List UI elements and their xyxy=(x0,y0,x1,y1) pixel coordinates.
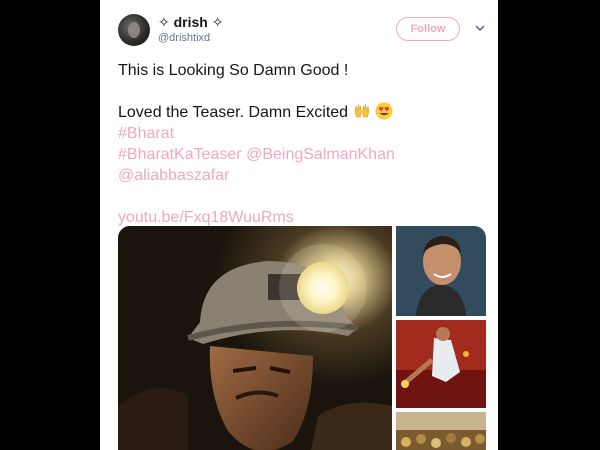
tweet-header: ✧ drish ✧ @drishtixd Follow xyxy=(100,0,498,56)
chevron-down-icon[interactable] xyxy=(474,22,486,34)
tweet-line-6: youtu.be/Fxq18WuuRms xyxy=(118,207,488,228)
tweet-card: ✧ drish ✧ @drishtixd Follow This is Look… xyxy=(100,0,498,450)
tweet-line-2: Loved the Teaser. Damn Excited xyxy=(118,102,488,123)
follow-button[interactable]: Follow xyxy=(396,17,460,41)
user-handle[interactable]: @drishtixd xyxy=(158,32,210,44)
avatar-face xyxy=(128,22,140,38)
tweet-spacer xyxy=(118,81,488,102)
miner-helmet-photo[interactable] xyxy=(118,226,392,450)
tweet-line-3: #Bharat xyxy=(118,123,488,144)
tweet-line-5: @aliabbaszafar xyxy=(118,165,488,186)
display-name-text: drish xyxy=(173,14,208,30)
mention-aliabbaszafar[interactable]: @aliabbaszafar xyxy=(118,167,229,184)
raising-hands-icon xyxy=(353,102,371,120)
tweet-sentence-2: Loved the Teaser. Damn Excited xyxy=(118,104,349,121)
hashtag-bharatkateaser[interactable]: #BharatKaTeaser xyxy=(118,146,242,163)
hashtag-bharat[interactable]: #Bharat xyxy=(118,125,174,142)
dancer-with-lamps-photo[interactable] xyxy=(396,320,486,408)
avatar[interactable] xyxy=(118,14,150,46)
mention-beingsalmankhan[interactable]: @BeingSalmanKhan xyxy=(246,146,395,163)
tweet-sentence-1: This is Looking So Damn Good ! xyxy=(118,62,349,79)
heart-eyes-emoji-icon xyxy=(375,102,393,120)
youtube-link[interactable]: youtu.be/Fxq18WuuRms xyxy=(118,209,294,226)
tweet-line-4: #BharatKaTeaser @BeingSalmanKhan xyxy=(118,144,488,165)
tweet-line-1: This is Looking So Damn Good ! xyxy=(118,60,488,81)
smiling-portrait-photo[interactable] xyxy=(396,226,486,316)
tweet-spacer xyxy=(118,186,488,207)
tweet-text: This is Looking So Damn Good ! Loved the… xyxy=(118,60,488,228)
name-ornament-right: ✧ xyxy=(211,14,224,30)
crowd-photo[interactable] xyxy=(396,412,486,450)
name-ornament-left: ✧ xyxy=(158,14,170,30)
display-name[interactable]: ✧ drish ✧ xyxy=(158,14,223,31)
media-grid xyxy=(118,226,486,450)
